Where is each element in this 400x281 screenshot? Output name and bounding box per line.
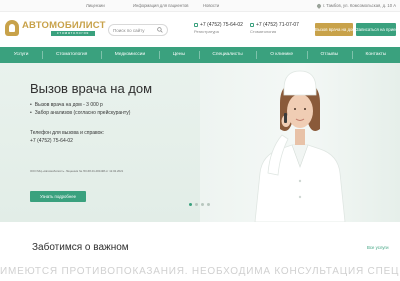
doctor-photo	[254, 70, 346, 222]
section-title: Заботимся о важном	[32, 242, 129, 253]
hero-bullet: Забор анализов (согласно прейскуранту)	[30, 109, 131, 117]
phone-registry: +7 (4752) 75-64-02 Регистратура	[194, 22, 243, 34]
search-box	[108, 24, 168, 36]
phone-dentistry-caption: Стоматология	[250, 29, 277, 34]
topbar-link-patients[interactable]: Информация для пациентов	[133, 3, 189, 8]
topbar-link-licenses[interactable]: Лицензии	[86, 3, 105, 8]
slider-dot[interactable]	[207, 203, 210, 206]
main-nav: Услуги Стоматология Медкомиссии Цены Спе…	[0, 47, 400, 63]
top-bar: Лицензии Информация для пациентов Новост…	[0, 0, 400, 12]
slider-dot[interactable]	[201, 203, 204, 206]
call-doctor-button[interactable]: Вызов врача на дом	[315, 23, 355, 36]
hero-title: Вызов врача на дом	[30, 81, 153, 96]
slider-dot[interactable]	[189, 203, 192, 206]
hero-slider: Вызов врача на дом Вызов врача на дом - …	[0, 63, 400, 222]
hero-phone-label: Телефон для вызова и справок:	[30, 130, 105, 136]
nav-item-medical-commissions[interactable]: Медкомиссии	[101, 47, 159, 63]
phone-dentistry-number[interactable]: +7 (4752) 71-07-07	[256, 22, 299, 28]
search-input[interactable]	[113, 26, 155, 35]
nav-item-reviews[interactable]: Отзывы	[306, 47, 352, 63]
nav-item-services[interactable]: Услуги	[0, 47, 42, 63]
phone-icon	[250, 22, 254, 27]
nav-item-contacts[interactable]: Контакты	[351, 47, 400, 63]
topbar-link-news[interactable]: Новости	[203, 3, 219, 8]
nav-item-dentistry[interactable]: Стоматология	[42, 47, 101, 63]
phone-icon	[194, 22, 198, 27]
hero-bullet: Вызов врача на дом - 3 000 р	[30, 101, 130, 109]
all-services-link[interactable]: Все услуги	[367, 245, 388, 250]
phone-registry-caption: Регистратура	[194, 29, 219, 34]
slider-dot[interactable]	[195, 203, 198, 206]
logo-tooth-icon[interactable]	[5, 20, 19, 36]
address: г. Тамбов, ул. Комсомольская, д. 10 А	[316, 2, 396, 9]
appointment-button[interactable]: Записаться на прием	[356, 23, 398, 36]
nav-item-specialists[interactable]: Специалисты	[198, 47, 257, 63]
medical-disclaimer: ИМЕЮТСЯ ПРОТИВОПОКАЗАНИЯ. НЕОБХОДИМА КОН…	[0, 262, 400, 281]
logo-name[interactable]: АВТОМОБИЛИСТ	[22, 20, 106, 31]
phone-registry-number[interactable]: +7 (4752) 75-64-02	[200, 22, 243, 28]
location-pin-icon	[316, 2, 322, 9]
hero-phone[interactable]: +7 (4752) 75-64-02	[30, 138, 73, 144]
nav-item-about[interactable]: О клинике	[256, 47, 306, 63]
phone-dentistry: +7 (4752) 71-07-07 Стоматология	[250, 22, 299, 34]
address-text: г. Тамбов, ул. Комсомольская, д. 10 А	[322, 3, 396, 8]
hero-license-note: ООО МЦ «Автомобилист». Лицензия № ЛО-68-…	[30, 169, 124, 173]
nav-item-prices[interactable]: Цены	[158, 47, 199, 63]
search-icon[interactable]	[157, 27, 163, 33]
learn-more-button[interactable]: Узнать подробнее	[30, 191, 86, 202]
hero-bullet-list: Вызов врача на дом - 3 000 р Забор анали…	[30, 101, 131, 117]
logo-subtitle: стоматология	[51, 31, 95, 36]
